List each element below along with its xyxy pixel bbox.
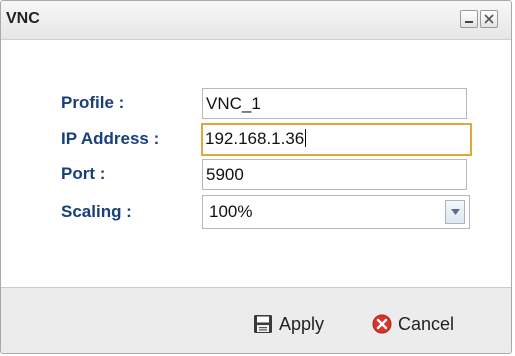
profile-input[interactable]: VNC_1 <box>202 88 467 119</box>
port-label: Port : <box>61 164 106 183</box>
close-icon <box>484 14 494 24</box>
cancel-button[interactable]: Cancel <box>372 312 454 336</box>
ip-address-value: 192.168.1.36 <box>205 129 305 148</box>
close-button[interactable] <box>480 10 498 28</box>
scaling-label: Scaling : <box>61 202 132 221</box>
scaling-select[interactable]: 100% <box>202 195 470 229</box>
scaling-dropdown-button[interactable] <box>445 200 465 224</box>
red-x-circle-icon <box>372 314 392 334</box>
ip-address-input[interactable]: 192.168.1.36 <box>201 123 472 156</box>
apply-button[interactable]: Apply <box>253 312 324 336</box>
window-title: VNC <box>6 10 40 27</box>
title-bar[interactable]: VNC <box>1 1 511 40</box>
dialog-footer: Apply Cancel <box>1 287 511 353</box>
text-caret <box>305 129 307 147</box>
minimize-button[interactable] <box>460 10 478 28</box>
profile-label: Profile : <box>61 93 125 112</box>
ip-address-label: IP Address : <box>61 129 160 148</box>
vnc-form: Profile : VNC_1 IP Address : 192.168.1.3… <box>1 40 511 286</box>
scaling-value: 100% <box>209 202 253 221</box>
apply-label: Apply <box>279 313 325 334</box>
save-disk-icon <box>254 315 272 333</box>
cancel-label: Cancel <box>398 313 455 334</box>
vnc-dialog: VNC Profile : VNC_1 IP Address : 192.168… <box>0 0 512 354</box>
port-input[interactable]: 5900 <box>202 159 467 190</box>
chevron-down-icon <box>451 209 460 215</box>
minimize-icon <box>465 21 473 23</box>
